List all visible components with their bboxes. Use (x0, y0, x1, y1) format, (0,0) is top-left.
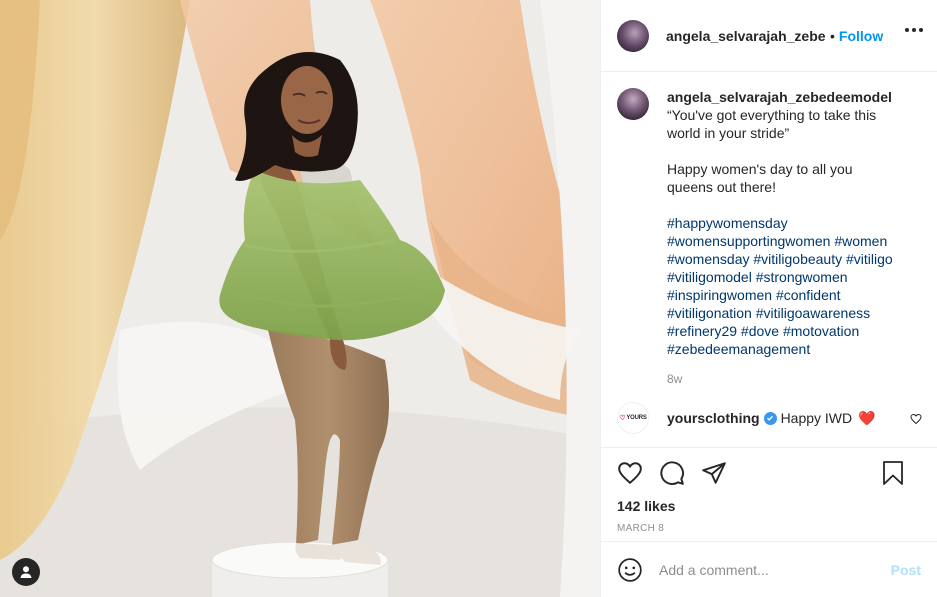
hashtag-line[interactable]: #inspiringwomen #confident (667, 286, 917, 304)
verified-badge-icon (763, 411, 777, 425)
comment-text: Happy IWD (780, 410, 853, 426)
emoji-smiley-icon[interactable] (617, 557, 643, 583)
comment-row: ♡ YOURS yoursclothing Happy IWD ❤️ (617, 402, 922, 434)
caption-username[interactable]: angela_selvarajah_zebedeemodel (667, 88, 917, 106)
tagged-user-button[interactable] (12, 558, 40, 586)
comment-bubble-icon[interactable] (659, 460, 685, 486)
photo-scene (0, 0, 600, 597)
hashtag-line[interactable]: #happywomensday (667, 214, 917, 232)
hashtag-line[interactable]: #womensday #vitiligobeauty #vitiligo (667, 250, 917, 268)
follow-button[interactable]: Follow (839, 28, 883, 44)
like-heart-icon[interactable] (617, 460, 643, 486)
caption-body: angela_selvarajah_zebedeemodel “You've g… (667, 88, 917, 388)
heart-emoji: ❤️ (858, 409, 876, 426)
post-sidebar: angela_selvarajah_zebedeemodel • Follow … (600, 0, 937, 597)
caption: angela_selvarajah_zebedeemodel “You've g… (617, 88, 921, 388)
caption-quote: “You've got everything to take this worl… (667, 107, 877, 141)
caption-text: Happy women's day to all you queens out … (667, 161, 853, 195)
instagram-post: angela_selvarajah_zebedeemodel • Follow … (0, 0, 937, 597)
header-username[interactable]: angela_selvarajah_zebedeemodel (666, 28, 826, 44)
likes-count[interactable]: 142 likes (617, 498, 921, 514)
hashtag-line[interactable]: #womensupportingwomen #women (667, 232, 917, 250)
caption-avatar[interactable] (617, 88, 649, 120)
hashtag-line[interactable]: #zebedeemanagement (667, 340, 917, 358)
post-comment-button[interactable]: Post (891, 562, 921, 578)
more-options-icon[interactable] (905, 28, 923, 32)
comment-text-line: yoursclothing Happy IWD ❤️ (667, 410, 876, 427)
hashtag-line[interactable]: #refinery29 #dove #motovation (667, 322, 917, 340)
avatar[interactable] (617, 19, 649, 52)
caption-age[interactable]: 8w (667, 370, 917, 388)
action-bar: 142 likes MARCH 8 (601, 447, 937, 541)
add-comment-bar: Post (601, 541, 937, 597)
comment-input[interactable] (659, 561, 883, 578)
share-paper-plane-icon[interactable] (701, 460, 727, 486)
post-photo[interactable] (0, 0, 600, 597)
user-icon (20, 566, 32, 578)
hashtag-line[interactable]: #vitiligomodel #strongwomen (667, 268, 917, 286)
comment-avatar[interactable]: ♡ YOURS (617, 402, 649, 434)
comments-area[interactable]: angela_selvarajah_zebedeemodel “You've g… (601, 72, 937, 447)
separator-dot: • (830, 27, 835, 44)
post-header: angela_selvarajah_zebedeemodel • Follow (601, 0, 937, 72)
save-bookmark-icon[interactable] (881, 460, 905, 486)
hashtag-line[interactable]: #vitiligonation #vitiligoawareness (667, 304, 917, 322)
like-comment-heart-icon[interactable] (910, 412, 922, 430)
comment-username[interactable]: yoursclothing (667, 410, 760, 426)
heart-logo-icon: ♡ (619, 415, 626, 422)
hashtag-list: #happywomensday #womensupportingwomen #w… (667, 214, 917, 358)
avatar-text: YOURS (626, 415, 647, 421)
post-date[interactable]: MARCH 8 (617, 523, 921, 534)
